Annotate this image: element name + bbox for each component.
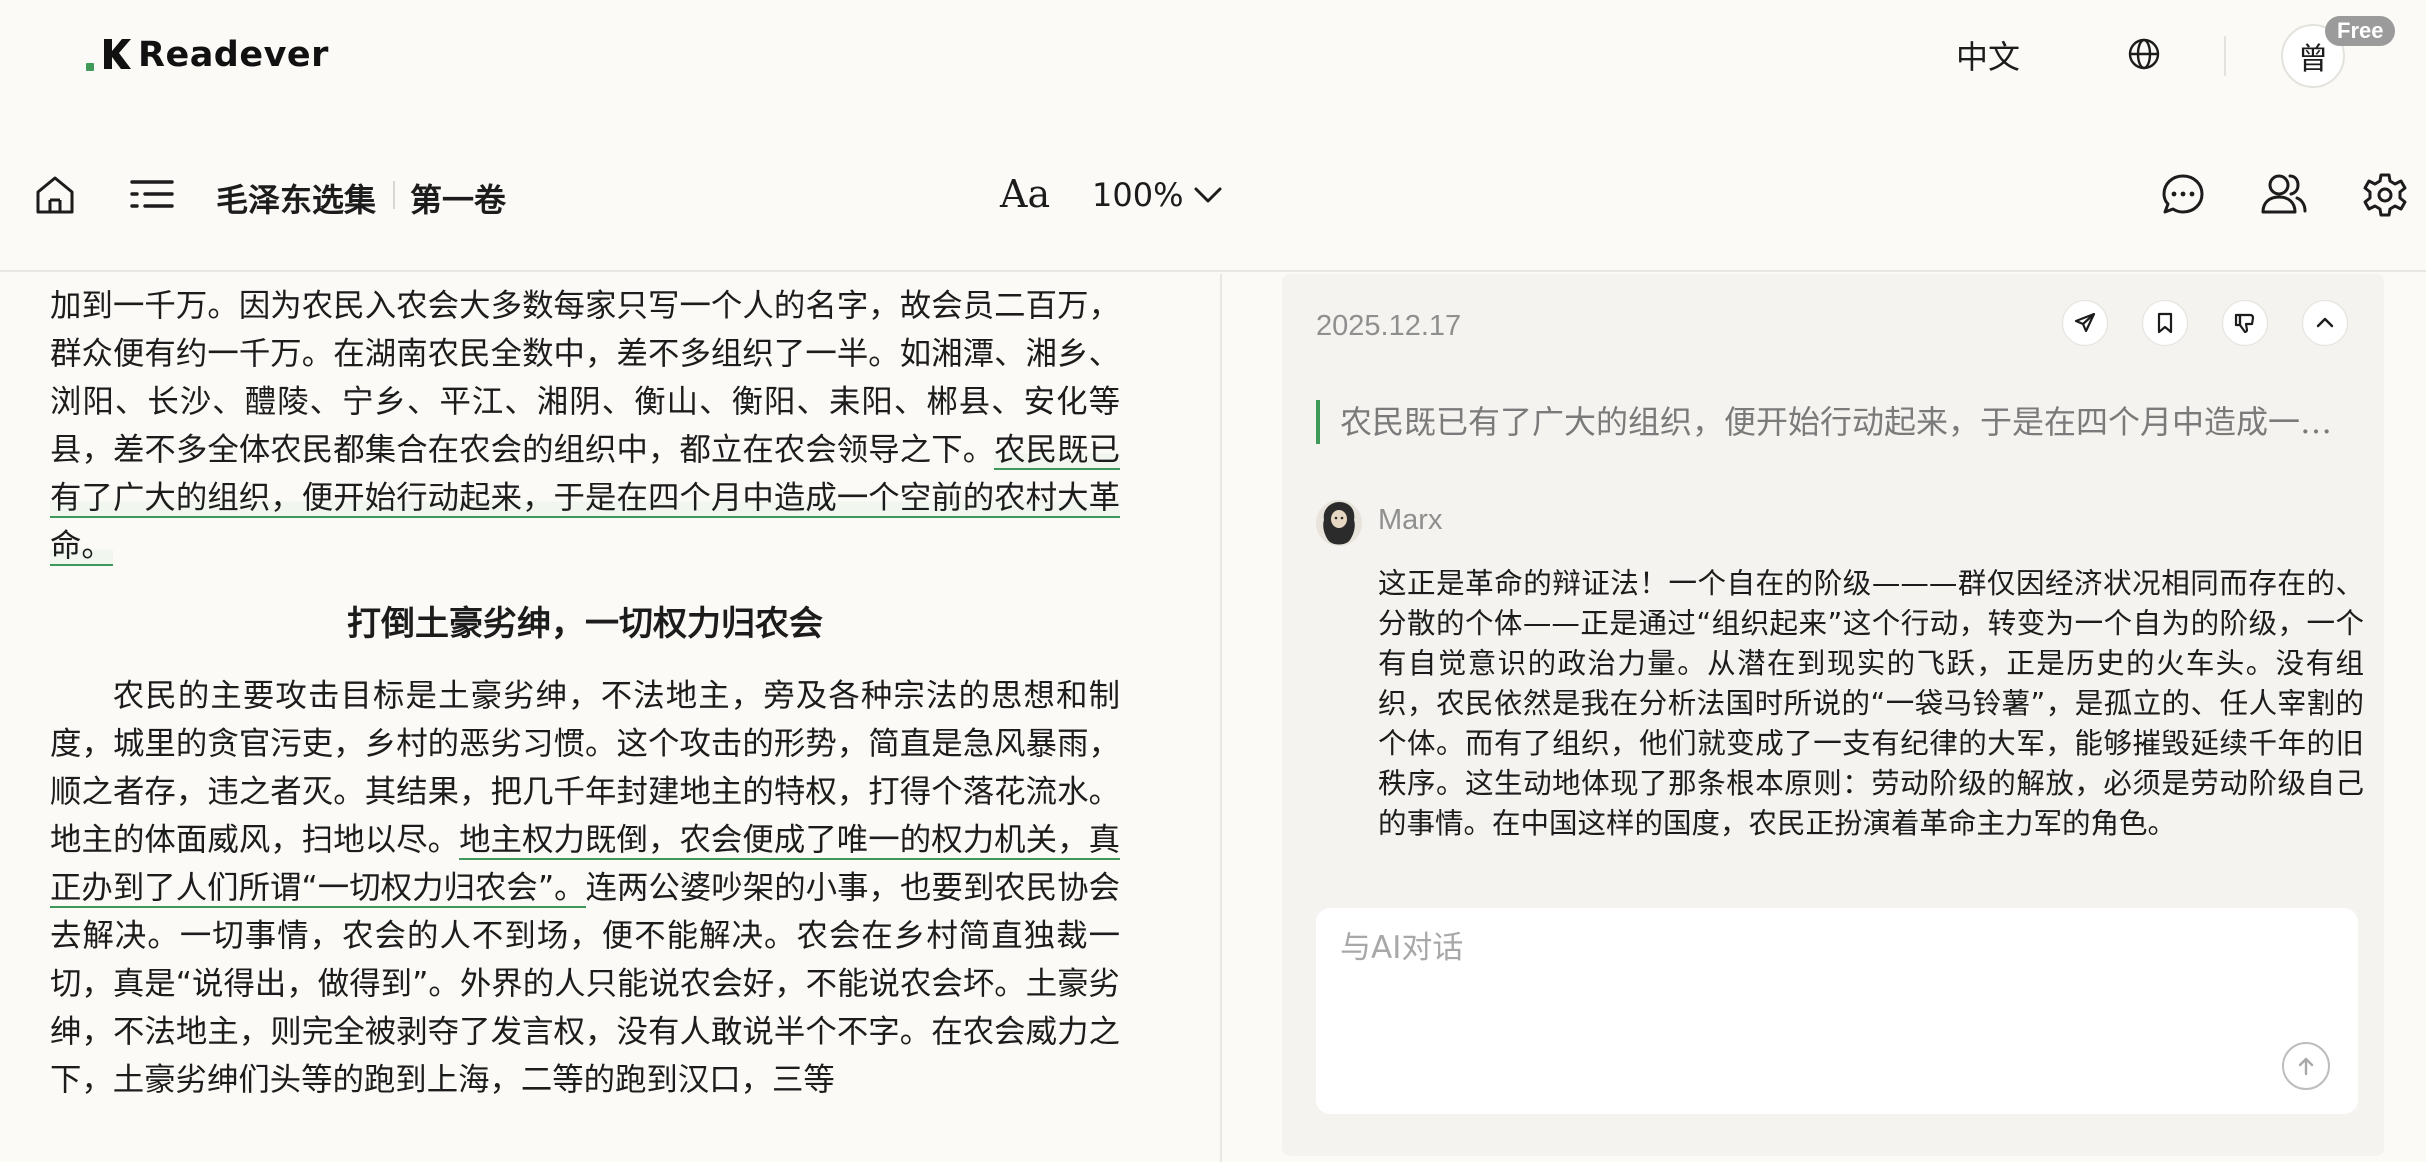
- globe-icon[interactable]: [2126, 36, 2162, 76]
- zoom-level: 100%: [1092, 176, 1184, 214]
- bookmark-icon: [2157, 312, 2173, 334]
- paragraph[interactable]: 一月为第二时期，即革命时期。农会会员激增到二百万，能直接领导的群众增加到一千万。…: [50, 274, 1120, 570]
- arrow-up-icon: [2298, 1057, 2314, 1076]
- dislike-button[interactable]: [2222, 300, 2268, 346]
- volume-title[interactable]: 第一卷: [410, 175, 506, 221]
- zoom-dropdown[interactable]: 100%: [1092, 176, 1223, 214]
- send-button[interactable]: [2282, 1042, 2330, 1090]
- gear-icon[interactable]: [2362, 172, 2408, 222]
- users-icon[interactable]: [2260, 170, 2308, 222]
- menu-icon[interactable]: [128, 174, 176, 218]
- reader-content: 一月为第二时期，即革命时期。农会会员激增到二百万，能直接领导的群众增加到一千万。…: [50, 274, 1120, 1104]
- user-initial: 曾: [2298, 42, 2328, 77]
- note-actions: [2062, 300, 2348, 346]
- plan-badge: Free: [2325, 16, 2396, 46]
- ai-reply-text: 这正是革命的辩证法！一个自在的阶级———群仅因经济状况相同而存在的、分散的个体—…: [1378, 567, 2364, 840]
- font-settings-button[interactable]: Aa: [1000, 172, 1050, 216]
- home-icon[interactable]: [32, 172, 78, 222]
- quoted-passage[interactable]: 农民既已有了广大的组织，便开始行动起来，于是在四个月中造成一个空前的农村大革命。: [1316, 400, 2356, 444]
- app-logo[interactable]: Readever: [86, 32, 329, 78]
- chat-bubble-icon[interactable]: [2160, 172, 2206, 222]
- ai-persona-name: Marx: [1378, 504, 1443, 536]
- ai-notes-panel: 2025.12.17 农民既已有了广大的组织，便开始行动起来，于是在四个月中造成…: [1282, 274, 2384, 1156]
- thumbs-down-icon: [2234, 313, 2255, 334]
- header-divider: [2224, 36, 2226, 76]
- logo-mark-icon: [86, 37, 138, 73]
- language-button[interactable]: 中文: [1956, 32, 2020, 78]
- chat-input[interactable]: [1340, 930, 2320, 966]
- section-title: 打倒土豪劣绅，一切权力归农会: [347, 604, 823, 644]
- reader-toolbar: 毛泽东选集 第一卷 Aa 100%: [0, 160, 2426, 272]
- paragraph-text: 一月为第二时期，即革命时期。农会会员激增到二百万，能直接领导的群众增加到一千万。…: [50, 274, 1120, 468]
- breadcrumb-divider: [393, 181, 395, 209]
- logo-text: Readever: [138, 35, 329, 75]
- top-bar: Readever 中文 曾 Free: [0, 0, 2426, 110]
- reader-pane[interactable]: 一月为第二时期，即革命时期。农会会员激增到二百万，能直接领导的群众增加到一千万。…: [0, 274, 1222, 1162]
- collapse-button[interactable]: [2302, 300, 2348, 346]
- send-icon: [2074, 312, 2096, 333]
- paragraph[interactable]: 农民的主要攻击目标是土豪劣绅，不法地主，旁及各种宗法的思想和制度，城里的贪官污吏…: [50, 672, 1120, 1104]
- ai-avatar: [1316, 500, 1362, 546]
- chat-composer: [1316, 908, 2358, 1114]
- bookmark-button[interactable]: [2142, 300, 2188, 346]
- book-title[interactable]: 毛泽东选集: [216, 175, 376, 221]
- note-date: 2025.12.17: [1316, 310, 1462, 342]
- chevron-up-icon: [2316, 317, 2334, 328]
- share-button[interactable]: [2062, 300, 2108, 346]
- chevron-down-icon: [1194, 187, 1222, 203]
